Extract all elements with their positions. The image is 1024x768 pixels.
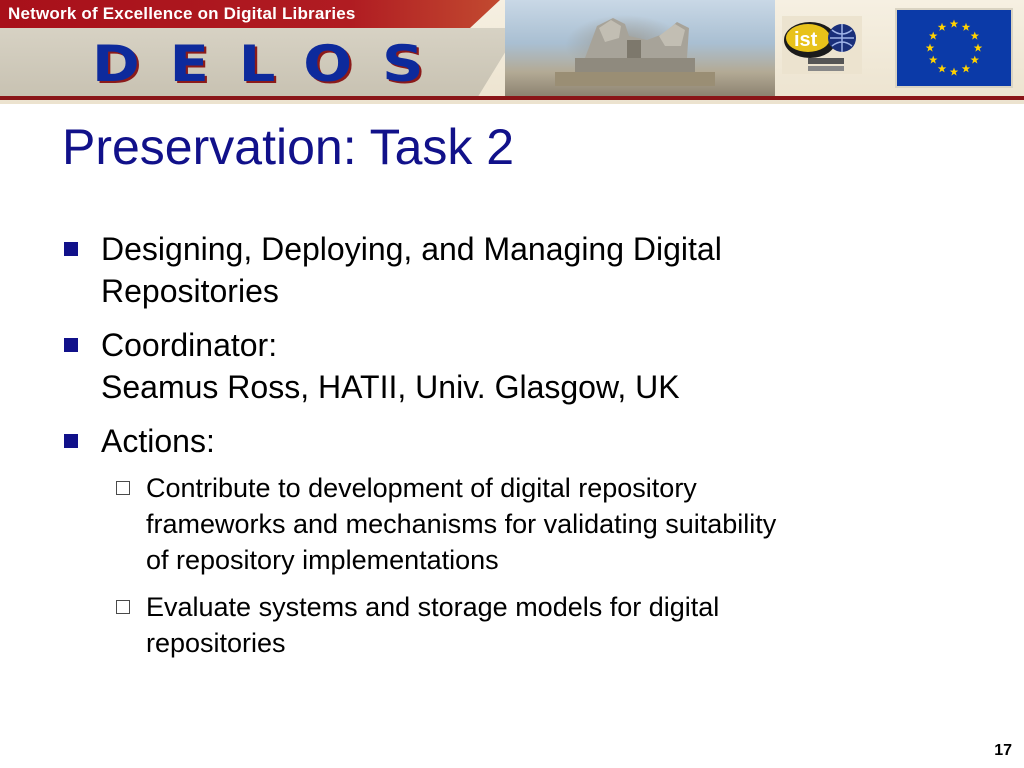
page-number: 17 [994,742,1012,759]
eu-stars [925,19,983,76]
sub-bullet-text-line: Evaluate systems and storage models for … [146,592,720,622]
delos-logo: DELOS [92,35,454,93]
hollow-square-bullet-icon [116,600,130,614]
banner-divider [0,96,1024,100]
eu-star-icon [949,19,959,28]
eu-star-icon [961,64,971,73]
ist-logo-text: ist [794,29,818,51]
eu-star-icon [928,31,938,40]
lion-gate-sculpture-image [555,18,715,86]
eu-star-icon [970,31,980,40]
sub-bullet-text-line: frameworks and mechanisms for validating… [146,509,777,539]
bullet-text-line: Designing, Deploying, and Managing Digit… [101,231,722,267]
sub-bullet-text-line: repositories [146,628,286,658]
eu-star-icon [925,43,935,52]
hollow-square-bullet-icon [116,481,130,495]
eu-star-icon [961,22,971,31]
eu-star-icon [937,22,947,31]
ist-logo: ist [782,16,862,74]
sub-bullet-text-line: of repository implementations [146,545,499,575]
eu-star-icon [949,67,959,76]
eu-star-icon [937,64,947,73]
page-title: Preservation: Task 2 [62,119,515,175]
eu-star-icon [928,55,938,64]
square-bullet-icon [64,242,78,256]
bullet-text-line: Seamus Ross, HATII, Univ. Glasgow, UK [101,369,680,405]
square-bullet-icon [64,338,78,352]
eu-star-icon [970,55,980,64]
bullet-text-line: Repositories [101,273,279,309]
header-banner: Network of Excellence on Digital Librari… [0,0,1024,104]
sub-bullet-text-line: Contribute to development of digital rep… [146,473,697,503]
bullet-text-line: Coordinator: [101,327,278,363]
eu-star-icon [973,43,983,52]
eu-flag-icon [895,8,1013,88]
square-bullet-icon [64,434,78,448]
network-label: Network of Excellence on Digital Librari… [8,4,356,23]
bullet-text-line: Actions: [101,423,215,459]
